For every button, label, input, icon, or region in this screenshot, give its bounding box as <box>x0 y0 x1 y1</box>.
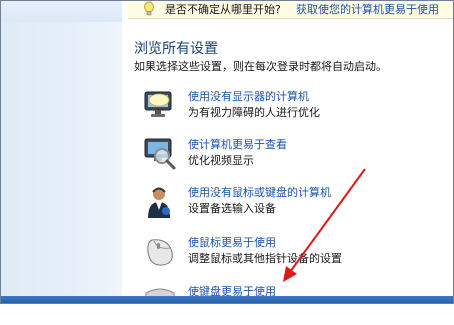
window-frame <box>0 0 454 304</box>
